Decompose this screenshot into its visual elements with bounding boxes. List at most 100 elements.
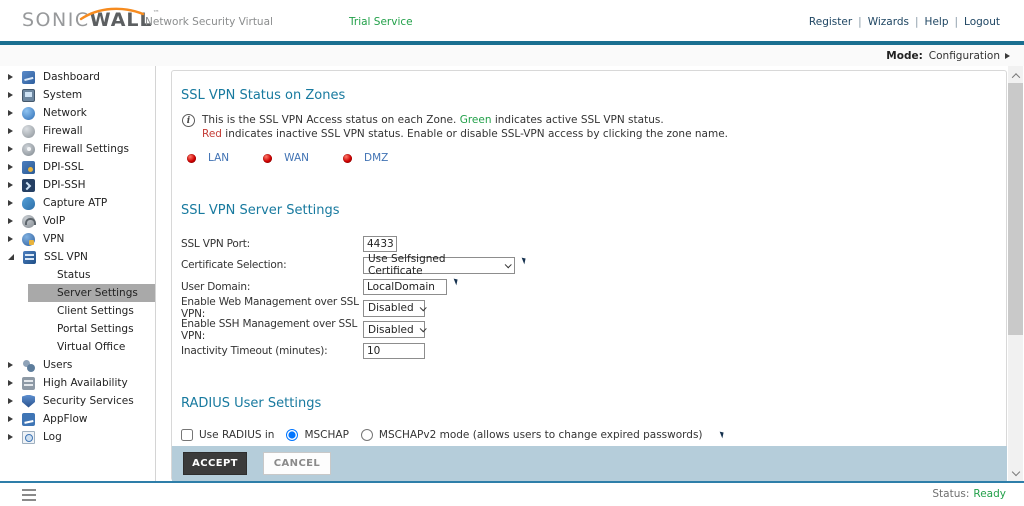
scrollbar-thumb[interactable] bbox=[1008, 83, 1023, 335]
vertical-scrollbar[interactable] bbox=[1008, 66, 1023, 481]
link-divider: | bbox=[915, 16, 919, 28]
expand-arrow-icon[interactable] bbox=[8, 236, 13, 242]
inactivity-timeout-label: Inactivity Timeout (minutes): bbox=[181, 345, 363, 357]
server-settings-form: SSL VPN Port: Certificate Selection: Use… bbox=[181, 233, 994, 362]
ssh-management-label: Enable SSH Management over SSL VPN: bbox=[181, 318, 363, 342]
logo-text-wall: WALL bbox=[90, 9, 153, 31]
sidebar-item-label: Firewall bbox=[43, 125, 83, 137]
network-globe-icon bbox=[22, 107, 35, 120]
mode-value[interactable]: Configuration bbox=[929, 50, 1000, 62]
zone-dmz: DMZ bbox=[343, 152, 388, 164]
vpn-globe-lock-icon bbox=[22, 233, 35, 246]
inactivity-timeout-input[interactable] bbox=[363, 343, 425, 359]
expand-arrow-icon[interactable] bbox=[8, 398, 13, 404]
expand-arrow-icon[interactable] bbox=[8, 128, 13, 134]
logout-link[interactable]: Logout bbox=[964, 16, 1000, 28]
sidebar-item-firewall-settings[interactable]: Firewall Settings bbox=[0, 140, 155, 158]
form-row-web-management: Enable Web Management over SSL VPN: Disa… bbox=[181, 298, 994, 320]
appflow-chart-icon bbox=[22, 413, 35, 426]
mode-arrow-icon[interactable] bbox=[1005, 53, 1010, 59]
web-management-select[interactable]: Disabled bbox=[363, 300, 425, 317]
sidebar-item-appflow[interactable]: AppFlow bbox=[0, 410, 155, 428]
port-input[interactable] bbox=[363, 236, 397, 252]
web-management-select-value: Disabled bbox=[368, 302, 414, 314]
sidebar-item-dpi-ssl[interactable]: DPI-SSL bbox=[0, 158, 155, 176]
form-row-port: SSL VPN Port: bbox=[181, 233, 994, 255]
sidebar-item-label: Users bbox=[43, 359, 72, 371]
app-header: SONICWALL™ Network Security Virtual Tria… bbox=[0, 0, 1024, 41]
accept-button[interactable]: ACCEPT bbox=[183, 452, 247, 475]
form-row-certificate: Certificate Selection: Use Selfsigned Ce… bbox=[181, 255, 994, 277]
menu-icon[interactable] bbox=[22, 489, 36, 501]
certificate-select[interactable]: Use Selfsigned Certificate bbox=[363, 257, 515, 274]
firewall-icon bbox=[22, 125, 35, 138]
sidebar-item-voip[interactable]: VoIP bbox=[0, 212, 155, 230]
wizards-link[interactable]: Wizards bbox=[868, 16, 909, 28]
register-link[interactable]: Register bbox=[809, 16, 852, 28]
sidebar-item-vpn[interactable]: VPN bbox=[0, 230, 155, 248]
zone-wan-link[interactable]: WAN bbox=[284, 152, 309, 164]
sidebar-item-dpi-ssh[interactable]: DPI-SSH bbox=[0, 176, 155, 194]
sidebar-item-log[interactable]: Log bbox=[0, 428, 155, 446]
status-section-title: SSL VPN Status on Zones bbox=[181, 88, 994, 103]
status-label: Status: bbox=[932, 488, 969, 500]
cancel-button[interactable]: CANCEL bbox=[263, 452, 331, 475]
sidebar-item-high-availability[interactable]: High Availability bbox=[0, 374, 155, 392]
sidebar-item-users[interactable]: Users bbox=[0, 356, 155, 374]
info-line-2: Red indicates inactive SSL VPN status. E… bbox=[202, 127, 728, 141]
user-domain-input[interactable] bbox=[363, 279, 447, 295]
action-bar: ACCEPT CANCEL bbox=[172, 446, 1007, 481]
sidebar-item-portal-settings[interactable]: Portal Settings bbox=[28, 320, 155, 338]
zone-lan-link[interactable]: LAN bbox=[208, 152, 229, 164]
scroll-up-icon[interactable] bbox=[1008, 68, 1023, 83]
sidebar-item-capture-atp[interactable]: Capture ATP bbox=[0, 194, 155, 212]
expand-arrow-icon[interactable] bbox=[8, 164, 13, 170]
capture-atp-icon bbox=[22, 197, 35, 210]
sidebar-item-client-settings[interactable]: Client Settings bbox=[28, 302, 155, 320]
expand-arrow-icon[interactable] bbox=[8, 74, 13, 80]
expand-arrow-icon[interactable] bbox=[8, 416, 13, 422]
expand-arrow-icon[interactable] bbox=[8, 110, 13, 116]
terminal-icon bbox=[22, 179, 35, 192]
expand-arrow-icon[interactable] bbox=[8, 182, 13, 188]
help-link[interactable]: Help bbox=[925, 16, 949, 28]
mschap-radio[interactable] bbox=[286, 429, 298, 441]
expand-arrow-icon[interactable] bbox=[8, 218, 13, 224]
scroll-down-icon[interactable] bbox=[1008, 464, 1023, 479]
sidebar-item-network[interactable]: Network bbox=[0, 104, 155, 122]
use-radius-checkbox[interactable] bbox=[181, 429, 193, 441]
sidebar-item-label: Client Settings bbox=[57, 305, 134, 317]
mschapv2-radio[interactable] bbox=[361, 429, 373, 441]
expand-arrow-icon[interactable] bbox=[8, 146, 13, 152]
user-domain-label: User Domain: bbox=[181, 281, 363, 293]
expand-arrow-icon[interactable] bbox=[8, 362, 13, 368]
mode-label: Mode: bbox=[886, 50, 923, 62]
sidebar-item-label: Firewall Settings bbox=[43, 143, 129, 155]
sidebar-item-server-settings[interactable]: Server Settings bbox=[28, 284, 155, 302]
sidebar-item-system[interactable]: System bbox=[0, 86, 155, 104]
sidebar-item-dashboard[interactable]: Dashboard bbox=[0, 68, 155, 86]
expand-arrow-icon[interactable] bbox=[8, 200, 13, 206]
trial-service-badge: Trial Service bbox=[349, 16, 413, 28]
sidebar-item-status[interactable]: Status bbox=[28, 266, 155, 284]
ssh-management-select-value: Disabled bbox=[368, 324, 414, 336]
collapse-arrow-icon[interactable] bbox=[8, 254, 14, 260]
sidebar-item-label: System bbox=[43, 89, 82, 101]
sidebar-item-firewall[interactable]: Firewall bbox=[0, 122, 155, 140]
sidebar-item-security-services[interactable]: Security Services bbox=[0, 392, 155, 410]
expand-arrow-icon[interactable] bbox=[8, 434, 13, 440]
zone-dmz-link[interactable]: DMZ bbox=[364, 152, 388, 164]
zone-wan: WAN bbox=[263, 152, 309, 164]
sidebar-item-label: High Availability bbox=[43, 377, 128, 389]
sidebar-item-virtual-office[interactable]: Virtual Office bbox=[28, 338, 155, 356]
info-line-1: This is the SSL VPN Access status on eac… bbox=[202, 113, 728, 127]
sidebar-item-label: VoIP bbox=[43, 215, 65, 227]
server-stack-icon bbox=[22, 377, 35, 390]
sidebar-nav: Dashboard System Network Firewall Firewa… bbox=[0, 66, 156, 481]
users-icon bbox=[22, 359, 35, 372]
ssh-management-select[interactable]: Disabled bbox=[363, 321, 425, 338]
expand-arrow-icon[interactable] bbox=[8, 380, 13, 386]
sidebar-item-ssl-vpn[interactable]: SSL VPN bbox=[0, 248, 155, 266]
expand-arrow-icon[interactable] bbox=[8, 92, 13, 98]
headset-icon bbox=[22, 215, 35, 228]
